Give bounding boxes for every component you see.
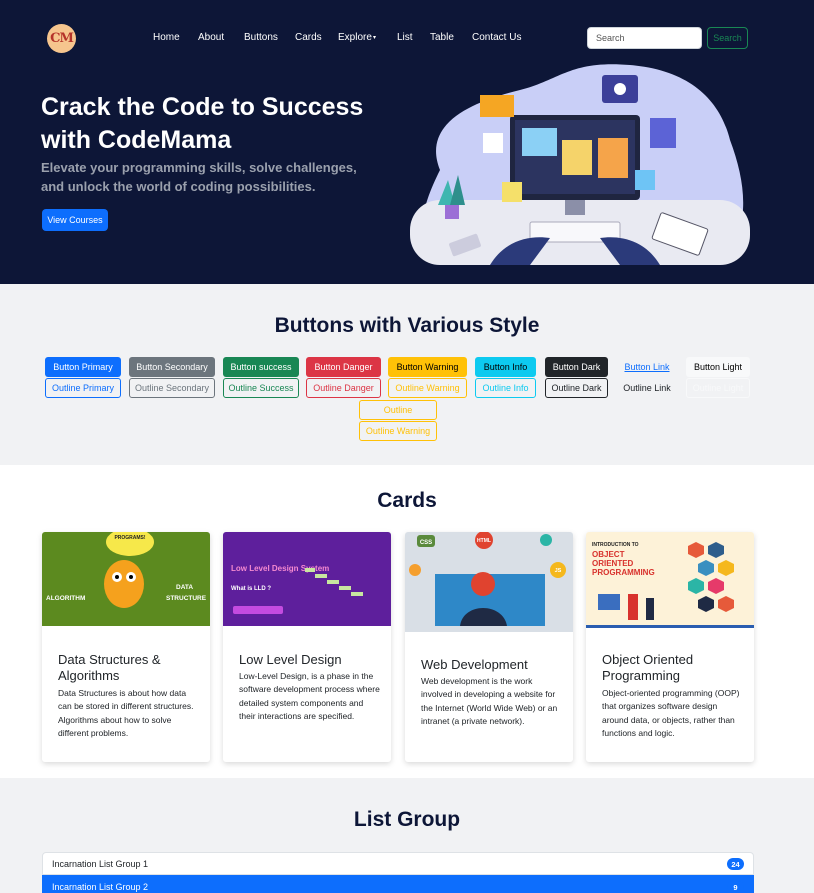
card-webdev-title: Web Development [421, 657, 528, 672]
card-oop-image: INTRODUCTION TO OBJECT ORIENTED PROGRAMM… [586, 532, 754, 628]
list-item[interactable]: Incarnation List Group 2 9 [42, 875, 754, 893]
btn-outline-link[interactable]: Outline Link [616, 378, 678, 398]
list-item-label: Incarnation List Group 1 [52, 858, 149, 869]
btn-danger[interactable]: Button Danger [306, 357, 381, 377]
nav-list[interactable]: List [397, 32, 413, 43]
svg-text:ORIENTED: ORIENTED [592, 559, 634, 568]
list-item-badge: 24 [727, 858, 744, 870]
hero-illustration [410, 64, 750, 265]
svg-text:PROGRAMMING: PROGRAMMING [592, 568, 655, 577]
chevron-down-icon: ▾ [373, 35, 377, 41]
nav-buttons[interactable]: Buttons [244, 32, 278, 43]
btn-outline-extra[interactable]: Outline [359, 400, 437, 420]
search-button[interactable]: Search [707, 27, 748, 49]
nav-contact[interactable]: Contact Us [472, 32, 521, 43]
list-group-section: List Group Incarnation List Group 1 24 I… [0, 778, 814, 893]
card-lld-title: Low Level Design [239, 652, 342, 667]
btn-success[interactable]: Button success [223, 357, 299, 377]
cards-section: Cards PROGRAMS! ALGORITHM DATA STRUCTURE… [0, 465, 814, 778]
svg-text:JS: JS [555, 568, 562, 574]
svg-text:DATA: DATA [176, 584, 193, 591]
btn-outline-danger[interactable]: Outline Danger [306, 378, 381, 398]
nav-about[interactable]: About [198, 32, 224, 43]
card-dsa[interactable]: PROGRAMS! ALGORITHM DATA STRUCTURE Data … [42, 532, 210, 762]
svg-text:INTRODUCTION TO: INTRODUCTION TO [592, 542, 639, 548]
card-lld-text: Low-Level Design, is a phase in the soft… [239, 671, 380, 721]
btn-secondary[interactable]: Button Secondary [129, 357, 215, 377]
svg-text:CSS: CSS [420, 540, 432, 546]
search-input[interactable] [587, 27, 702, 49]
svg-text:STRUCTURE: STRUCTURE [166, 595, 207, 602]
svg-text:PROGRAMS!: PROGRAMS! [114, 535, 145, 541]
card-lld[interactable]: Low Level Design System What is LLD ? Lo… [223, 532, 391, 762]
svg-text:OBJECT: OBJECT [592, 550, 625, 559]
card-dsa-text: Data Structures is about how data can be… [58, 688, 194, 738]
btn-dark[interactable]: Button Dark [545, 357, 608, 377]
btn-outline-warning[interactable]: Outline Warning [388, 378, 467, 398]
hero-subtitle: Elevate your programming skills, solve c… [41, 160, 357, 194]
card-oop-text: Object-oriented programming (OOP) that o… [602, 688, 740, 738]
nav-home[interactable]: Home [153, 32, 180, 43]
card-lld-image: Low Level Design System What is LLD ? [223, 532, 391, 626]
brand-logo[interactable]: CM [47, 24, 76, 53]
nav-explore[interactable]: Explore [338, 32, 372, 43]
list-item[interactable]: Incarnation List Group 1 24 [42, 852, 754, 875]
card-webdev[interactable]: CSS HTML JS Web Development Web developm… [405, 532, 573, 762]
btn-outline-secondary[interactable]: Outline Secondary [129, 378, 215, 398]
btn-link[interactable]: Button Link [616, 357, 678, 377]
btn-outline-info[interactable]: Outline Info [475, 378, 536, 398]
list-item-badge: 9 [727, 881, 744, 893]
list-item-label: Incarnation List Group 2 [52, 881, 149, 892]
btn-light[interactable]: Button Light [686, 357, 750, 377]
cards-section-title: Cards [377, 489, 437, 512]
list-group-title: List Group [353, 808, 461, 831]
card-oop-title: Object Oriented Programming [602, 652, 694, 683]
nav-cards[interactable]: Cards [295, 32, 322, 43]
hero-section: CM Home About Buttons Cards Explore ▾ Li… [0, 0, 814, 284]
nav-table[interactable]: Table [430, 32, 454, 43]
btn-warning[interactable]: Button Warning [388, 357, 467, 377]
card-dsa-image: PROGRAMS! ALGORITHM DATA STRUCTURE [42, 532, 210, 626]
view-courses-button[interactable]: View Courses [42, 209, 108, 231]
buttons-section-title: Buttons with Various Style [274, 314, 540, 337]
svg-text:HTML: HTML [477, 538, 491, 544]
card-oop[interactable]: INTRODUCTION TO OBJECT ORIENTED PROGRAMM… [586, 532, 754, 762]
btn-primary[interactable]: Button Primary [45, 357, 121, 377]
card-dsa-title: Data Structures & Algorithms [58, 652, 161, 683]
btn-outline-dark[interactable]: Outline Dark [545, 378, 608, 398]
hero-title: Crack the Code to Success with CodeMama [41, 93, 364, 154]
btn-outline-primary[interactable]: Outline Primary [45, 378, 121, 398]
btn-outline-light[interactable]: Outline Light [686, 378, 750, 398]
btn-outline-warning-extra[interactable]: Outline Warning [359, 421, 437, 441]
buttons-section: Buttons with Various Style Button Primar… [0, 284, 814, 465]
card-webdev-image: CSS HTML JS [405, 532, 573, 632]
svg-text:ALGORITHM: ALGORITHM [46, 595, 85, 602]
svg-text:What is LLD ?: What is LLD ? [231, 586, 271, 592]
btn-info[interactable]: Button Info [475, 357, 536, 377]
card-webdev-text: Web development is the work involved in … [421, 676, 558, 726]
btn-outline-success[interactable]: Outline Success [223, 378, 299, 398]
